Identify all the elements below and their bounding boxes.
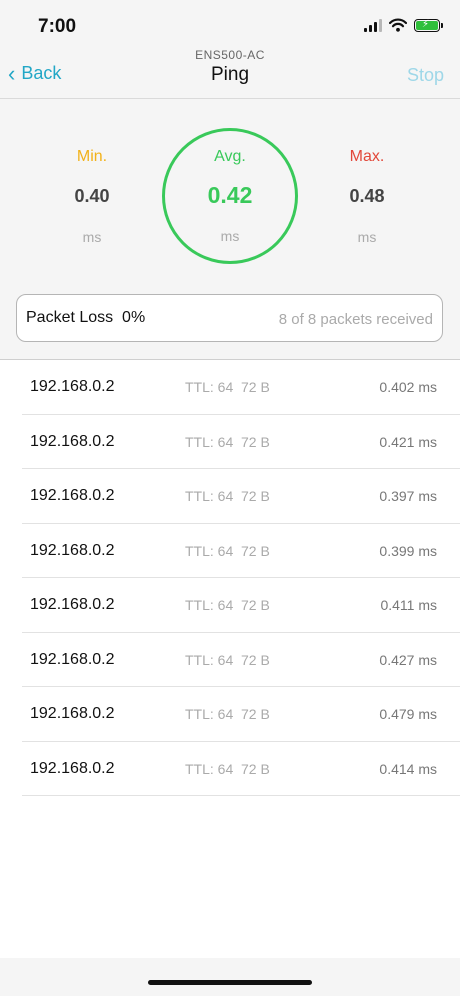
result-time: 0.479 ms [379,706,437,722]
result-ttl-size: TTL: 64 72 B [185,379,270,395]
home-indicator-area [0,958,460,996]
min-unit: ms [82,229,102,245]
ping-result-row: 192.168.0.2 TTL: 64 72 B 0.427 ms [22,633,460,687]
stop-button[interactable]: Stop [407,65,444,86]
result-time: 0.411 ms [380,597,437,613]
max-value: 0.48 [349,186,385,206]
avg-label: Avg. [214,148,246,165]
home-indicator[interactable] [148,980,312,985]
avg-stat: Avg. 0.42 ms [170,148,290,244]
result-time: 0.402 ms [379,379,437,395]
max-unit: ms [357,229,377,245]
status-time: 7:00 [38,16,77,37]
result-ttl-size: TTL: 64 72 B [185,706,270,722]
ping-result-row: 192.168.0.2 TTL: 64 72 B 0.479 ms [22,687,460,742]
result-time: 0.399 ms [379,542,437,559]
battery-charging-icon: ⚡ [414,18,443,32]
min-value: 0.40 [74,186,110,206]
ping-result-row: 192.168.0.2 TTL: 64 72 B 0.421 ms [22,415,460,469]
result-ip: 192.168.0.2 [30,705,115,722]
result-ttl-size: TTL: 64 72 B [185,651,270,668]
result-ip: 192.168.0.2 [30,541,115,559]
result-ip: 192.168.0.2 [30,378,115,395]
result-time: 0.397 ms [379,488,437,504]
max-label: Max. [349,148,385,165]
packet-loss-label: Packet Loss 0% [26,309,146,326]
result-ip: 192.168.0.2 [30,487,115,504]
min-stat: Min. 0.40 ms [32,148,152,245]
result-ttl-size: TTL: 64 72 B [185,760,270,777]
min-label: Min. [76,148,108,165]
result-ip: 192.168.0.2 [30,650,115,668]
ping-result-row: 192.168.0.2 TTL: 64 72 B 0.402 ms [22,360,460,415]
ping-stats-panel: Min. 0.40 ms Avg. 0.42 ms Max. 0.48 ms P… [0,99,460,360]
wifi-icon [389,18,407,32]
result-ttl-size: TTL: 64 72 B [185,597,270,613]
avg-unit: ms [220,228,240,244]
max-stat: Max. 0.48 ms [307,148,427,245]
avg-value: 0.42 [207,182,253,208]
status-icons: ⚡ [364,18,443,32]
ping-results-list: 192.168.0.2 TTL: 64 72 B 0.402 ms 192.16… [0,360,460,796]
result-ttl-size: TTL: 64 72 B [185,488,270,504]
ping-result-row: 192.168.0.2 TTL: 64 72 B 0.399 ms [22,524,460,578]
result-ttl-size: TTL: 64 72 B [185,433,270,450]
cellular-signal-icon [364,18,382,32]
result-ip: 192.168.0.2 [30,759,115,777]
result-time: 0.421 ms [379,433,437,450]
result-ip: 192.168.0.2 [30,596,115,613]
ping-result-row: 192.168.0.2 TTL: 64 72 B 0.397 ms [22,469,460,524]
result-time: 0.427 ms [379,651,437,668]
device-name: ENS500-AC [195,48,265,62]
nav-bar: ‹ Back ENS500-AC Ping Stop [0,48,460,99]
result-ip: 192.168.0.2 [30,432,115,450]
packet-loss-box: Packet Loss 0% 8 of 8 packets received [16,294,443,342]
ping-result-row: 192.168.0.2 TTL: 64 72 B 0.411 ms [22,578,460,633]
result-time: 0.414 ms [379,760,437,777]
ping-result-row: 192.168.0.2 TTL: 64 72 B 0.414 ms [22,742,460,796]
result-ttl-size: TTL: 64 72 B [185,542,270,559]
page-title: Ping [210,64,250,85]
status-bar: 7:00 ⚡ [0,0,460,52]
packets-received-text: 8 of 8 packets received [278,311,433,328]
